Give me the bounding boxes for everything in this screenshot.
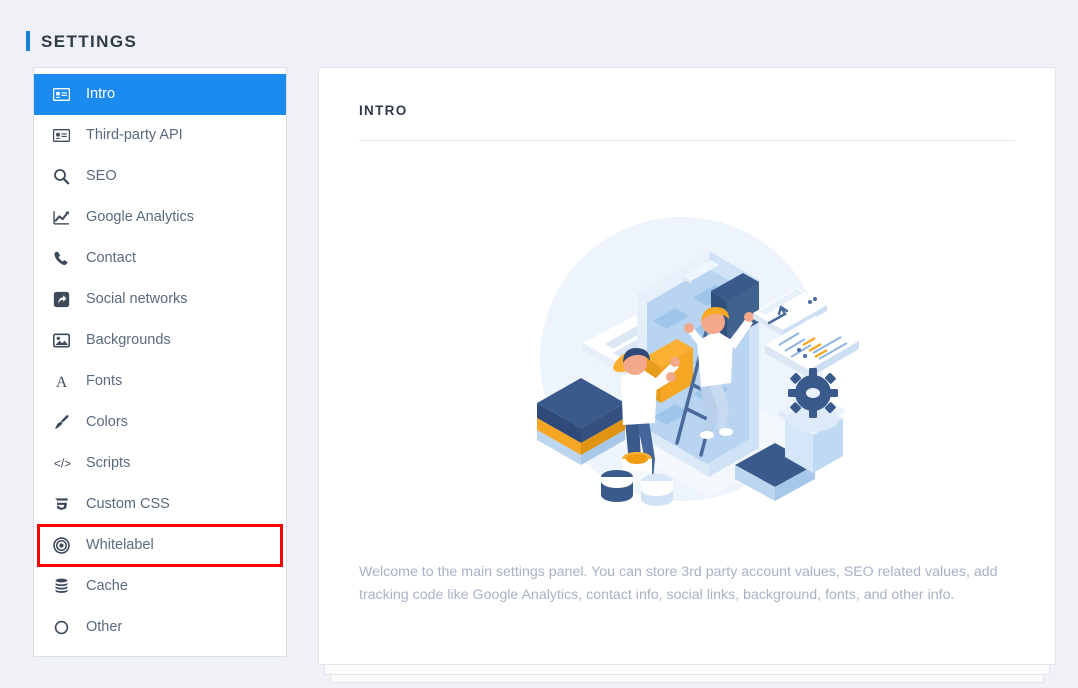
panel-stack-layer-front	[324, 665, 1050, 675]
svg-text:A: A	[56, 374, 67, 390]
sidebar-item-label: Custom CSS	[86, 496, 170, 513]
sidebar-item-colors[interactable]: Colors	[34, 402, 286, 443]
sidebar-item-label: Whitelabel	[86, 537, 154, 554]
share-icon	[53, 291, 77, 308]
phone-icon	[53, 250, 77, 267]
intro-description: Welcome to the main settings panel. You …	[359, 563, 998, 603]
bullseye-icon	[53, 537, 77, 554]
sidebar-item-seo[interactable]: SEO	[34, 156, 286, 197]
sidebar-item-cache[interactable]: Cache	[34, 566, 286, 607]
sidebar-item-label: Colors	[86, 414, 128, 431]
sidebar-item-third-party-api[interactable]: Third-party API	[34, 115, 286, 156]
paintbrush-icon	[53, 414, 77, 431]
sidebar-item-label: SEO	[86, 168, 117, 185]
illustration-container	[359, 141, 1015, 561]
database-stack-icon	[53, 578, 77, 595]
font-letter-a-icon: A	[53, 373, 77, 390]
css3-icon	[53, 496, 77, 513]
sidebar-item-other[interactable]: Other	[34, 607, 286, 648]
sidebar-item-label: Backgrounds	[86, 332, 171, 349]
sidebar-item-label: Fonts	[86, 373, 123, 390]
main-panel-wrapper: INTRO Welcome to the main settings panel…	[318, 67, 1056, 683]
circle-icon	[53, 619, 77, 636]
settings-sidebar: Intro Third-party API SEO Google Analytics C…	[33, 67, 287, 657]
code-brackets-icon: </>	[53, 455, 77, 472]
search-icon	[53, 168, 77, 185]
sidebar-item-google-analytics[interactable]: Google Analytics	[34, 197, 286, 238]
sidebar-item-backgrounds[interactable]: Backgrounds	[34, 320, 286, 361]
sidebar-item-fonts[interactable]: A Fonts	[34, 361, 286, 402]
chart-line-icon	[53, 209, 77, 226]
settings-layout: Intro Third-party API SEO Google Analytics C…	[0, 58, 1078, 683]
title-accent-bar	[26, 31, 30, 51]
sidebar-item-label: Google Analytics	[86, 209, 195, 226]
image-icon	[53, 332, 77, 349]
contact-card-icon	[53, 86, 77, 103]
sidebar-item-label: Other	[86, 619, 123, 636]
section-title: INTRO	[359, 103, 408, 118]
sidebar-item-label: Third-party API	[86, 127, 183, 144]
page-header: SETTINGS	[0, 0, 1078, 58]
sidebar-item-label: Intro	[86, 86, 116, 103]
contact-card-icon	[53, 127, 77, 144]
sidebar-item-label: Scripts	[86, 455, 131, 472]
sidebar-item-label: Social networks	[86, 291, 188, 308]
svg-text:</>: </>	[54, 457, 71, 471]
sidebar-item-label: Contact	[86, 250, 136, 267]
sidebar-item-social-networks[interactable]: Social networks	[34, 279, 286, 320]
sidebar-item-label: Cache	[86, 578, 128, 595]
sidebar-item-custom-css[interactable]: Custom CSS	[34, 484, 286, 525]
page-title: SETTINGS	[41, 31, 138, 51]
sidebar-item-intro[interactable]: Intro	[34, 74, 286, 115]
sidebar-item-scripts[interactable]: </> Scripts	[34, 443, 286, 484]
app-building-isometric-illustration	[537, 216, 859, 506]
sidebar-item-contact[interactable]: Contact	[34, 238, 286, 279]
sidebar-item-whitelabel[interactable]: Whitelabel	[34, 524, 286, 567]
intro-panel: INTRO Welcome to the main settings panel…	[318, 67, 1056, 665]
